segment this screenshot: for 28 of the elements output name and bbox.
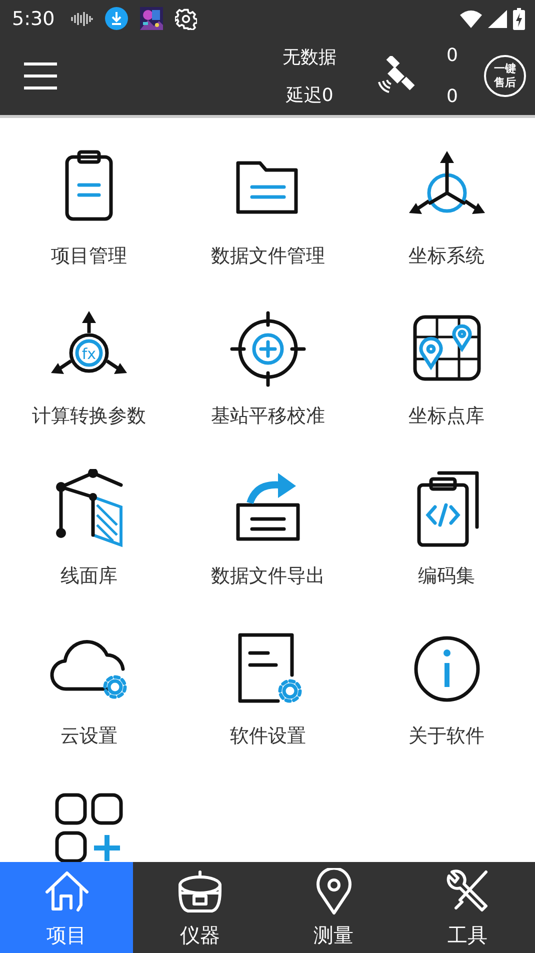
after-sales-button[interactable]: 一键 售后	[484, 55, 526, 97]
menu-label[interactable]: 计算转换参数	[32, 403, 146, 429]
menu-label[interactable]: 云设置	[60, 723, 118, 749]
clock: 5:30	[12, 8, 55, 30]
menu-label[interactable]: 数据文件导出	[211, 563, 325, 589]
menu-label[interactable]: 软件设置	[230, 723, 306, 749]
menu-label[interactable]: 坐标系统	[408, 243, 484, 269]
signal-icon	[488, 10, 507, 28]
menu-label[interactable]: 坐标点库	[408, 403, 484, 429]
crosshair-icon[interactable]	[228, 309, 308, 389]
count-text: 0	[446, 86, 458, 107]
battery-charging-icon	[513, 8, 525, 30]
settings-icon	[174, 8, 197, 30]
menu-label[interactable]: 编码集	[418, 563, 475, 589]
download-icon	[104, 7, 128, 30]
menu-label[interactable]: 线面库	[60, 563, 118, 589]
menu-label[interactable]: 数据文件管理	[211, 243, 325, 269]
menu-label[interactable]: 项目管理	[51, 243, 127, 269]
status-text: 无数据	[282, 46, 337, 69]
menu-button[interactable]	[24, 62, 57, 90]
sound-wave-icon	[70, 12, 93, 26]
count-text: 0	[446, 45, 458, 66]
nav-tab[interactable]: 项目	[0, 862, 133, 953]
wifi-icon	[460, 10, 482, 28]
menu-label[interactable]: 基站平移校准	[211, 403, 325, 429]
latency-text: 延迟0	[286, 84, 334, 107]
menu-icon	[24, 62, 57, 90]
menu-label[interactable]: 关于软件	[408, 723, 484, 749]
